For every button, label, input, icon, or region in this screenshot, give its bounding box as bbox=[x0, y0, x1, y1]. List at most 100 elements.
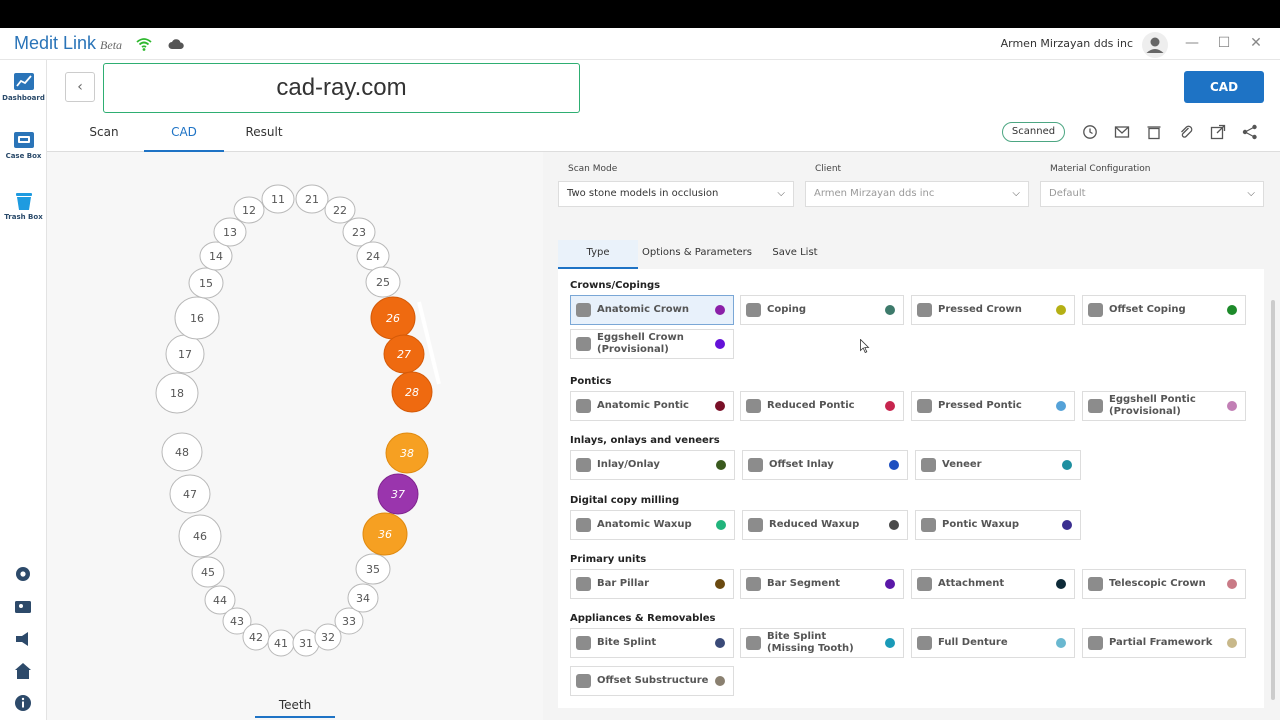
tooth-37[interactable]: 37 bbox=[377, 473, 419, 515]
prosthesis-label: Pressed Crown bbox=[938, 304, 1022, 315]
prosthesis-type-veneer[interactable]: Veneer bbox=[915, 450, 1081, 480]
tooth-34[interactable]: 34 bbox=[347, 583, 379, 613]
sidebar-item-dashboard[interactable]: Dashboard bbox=[0, 72, 47, 102]
tab-result[interactable]: Result bbox=[224, 124, 304, 152]
prosthesis-type-offset-coping[interactable]: Offset Coping bbox=[1082, 295, 1246, 325]
tooth-22[interactable]: 22 bbox=[324, 196, 356, 224]
status-badge[interactable]: Scanned bbox=[1002, 122, 1065, 142]
section-title: Digital copy milling bbox=[570, 495, 680, 506]
tooth-41[interactable]: 41 bbox=[267, 629, 295, 657]
user-avatar[interactable] bbox=[1142, 32, 1168, 58]
tooth-number: 33 bbox=[342, 615, 356, 628]
tab-scan[interactable]: Scan bbox=[65, 124, 143, 152]
tooth-15[interactable]: 15 bbox=[188, 267, 224, 299]
minimize-button[interactable]: — bbox=[1183, 34, 1201, 52]
prosthesis-type-anatomic-pontic[interactable]: Anatomic Pontic bbox=[570, 391, 734, 421]
prosthesis-thumbnail-icon bbox=[1088, 577, 1103, 591]
tooth-35[interactable]: 35 bbox=[355, 553, 391, 585]
prosthesis-thumbnail-icon bbox=[917, 577, 932, 591]
prosthesis-label: Anatomic Waxup bbox=[597, 519, 692, 530]
cloud-icon[interactable] bbox=[168, 36, 184, 52]
tooth-24[interactable]: 24 bbox=[356, 241, 390, 271]
tooth-47[interactable]: 47 bbox=[169, 474, 211, 514]
prosthesis-type-partial-framework[interactable]: Partial Framework bbox=[1082, 628, 1246, 658]
tab-cad[interactable]: CAD bbox=[144, 124, 224, 152]
teeth-tab[interactable]: Teeth bbox=[255, 698, 335, 718]
maximize-button[interactable]: ☐ bbox=[1215, 34, 1233, 52]
tooth-18[interactable]: 18 bbox=[155, 372, 199, 414]
prosthesis-type-eggshell-crown-provisional[interactable]: Eggshell Crown (Provisional) bbox=[570, 329, 734, 359]
tooth-21[interactable]: 21 bbox=[295, 184, 329, 214]
prosthesis-type-bar-pillar[interactable]: Bar Pillar bbox=[570, 569, 734, 599]
sidebar-item-case-box[interactable]: Case Box bbox=[0, 130, 47, 160]
tooth-28[interactable]: 28 bbox=[391, 371, 433, 413]
tooth-45[interactable]: 45 bbox=[191, 556, 225, 588]
tooth-13[interactable]: 13 bbox=[213, 217, 247, 247]
prosthesis-type-anatomic-crown[interactable]: Anatomic Crown bbox=[570, 295, 734, 325]
tooth-26[interactable]: 26 bbox=[370, 296, 416, 340]
prosthesis-type-eggshell-pontic-provisional[interactable]: Eggshell Pontic (Provisional) bbox=[1082, 391, 1246, 421]
prosthesis-type-offset-inlay[interactable]: Offset Inlay bbox=[742, 450, 908, 480]
tab-options-parameters[interactable]: Options & Parameters bbox=[638, 240, 756, 269]
announcement-icon[interactable] bbox=[14, 630, 32, 648]
prosthesis-label: Bite Splint (Missing Tooth) bbox=[767, 631, 854, 654]
mail-icon[interactable] bbox=[1114, 124, 1130, 140]
prosthesis-type-pontic-waxup[interactable]: Pontic Waxup bbox=[915, 510, 1081, 540]
sidebar-item-trash-box[interactable]: Trash Box bbox=[0, 191, 47, 221]
app-name: Medit Link bbox=[14, 33, 97, 53]
prosthesis-type-bar-segment[interactable]: Bar Segment bbox=[740, 569, 904, 599]
prosthesis-type-bite-splint[interactable]: Bite Splint bbox=[570, 628, 734, 658]
tooth-36[interactable]: 36 bbox=[362, 512, 408, 556]
scan-mode-select[interactable]: Two stone models in occlusion ⌵ bbox=[558, 181, 794, 207]
screen-top-bar bbox=[0, 0, 1280, 28]
tooth-27[interactable]: 27 bbox=[383, 334, 425, 374]
tooth-42[interactable]: 42 bbox=[242, 623, 270, 651]
client-select[interactable]: Armen Mirzayan dds inc ⌵ bbox=[805, 181, 1029, 207]
tooth-12[interactable]: 12 bbox=[233, 196, 265, 224]
prosthesis-thumbnail-icon bbox=[576, 636, 591, 650]
info-icon[interactable] bbox=[14, 694, 32, 712]
material-config-select[interactable]: Default ⌵ bbox=[1040, 181, 1264, 207]
prosthesis-thumbnail-icon bbox=[917, 303, 932, 317]
prosthesis-label: Bar Pillar bbox=[597, 578, 650, 589]
user-name[interactable]: Armen Mirzayan dds inc bbox=[1001, 37, 1133, 50]
prosthesis-thumbnail-icon bbox=[917, 636, 932, 650]
home-icon[interactable] bbox=[14, 662, 32, 680]
tooth-number: 13 bbox=[223, 226, 237, 239]
back-button[interactable]: ‹ bbox=[65, 72, 95, 102]
tab-type[interactable]: Type bbox=[558, 240, 638, 269]
prosthesis-type-reduced-waxup[interactable]: Reduced Waxup bbox=[742, 510, 908, 540]
scrollbar[interactable] bbox=[1271, 300, 1275, 700]
tooth-25[interactable]: 25 bbox=[365, 266, 401, 298]
prosthesis-type-full-denture[interactable]: Full Denture bbox=[911, 628, 1075, 658]
tooth-16[interactable]: 16 bbox=[174, 296, 220, 340]
case-name[interactable]: cad-ray.com bbox=[103, 63, 580, 113]
prosthesis-type-reduced-pontic[interactable]: Reduced Pontic bbox=[740, 391, 904, 421]
tooth-number: 36 bbox=[378, 528, 392, 541]
attachment-icon[interactable] bbox=[1178, 124, 1194, 140]
close-button[interactable]: ✕ bbox=[1247, 34, 1265, 52]
tooth-46[interactable]: 46 bbox=[178, 514, 222, 558]
prosthesis-type-coping[interactable]: Coping bbox=[740, 295, 904, 325]
prosthesis-type-offset-substructure[interactable]: Offset Substructure bbox=[570, 666, 734, 696]
prosthesis-type-anatomic-waxup[interactable]: Anatomic Waxup bbox=[570, 510, 735, 540]
prosthesis-type-pressed-crown[interactable]: Pressed Crown bbox=[911, 295, 1075, 325]
prosthesis-type-telescopic-crown[interactable]: Telescopic Crown bbox=[1082, 569, 1246, 599]
share-icon[interactable] bbox=[1242, 124, 1258, 140]
tooth-17[interactable]: 17 bbox=[165, 334, 205, 374]
tab-save-list[interactable]: Save List bbox=[762, 240, 828, 269]
prosthesis-type-inlay-onlay[interactable]: Inlay/Onlay bbox=[570, 450, 735, 480]
export-icon[interactable] bbox=[1210, 124, 1226, 140]
prosthesis-type-pressed-pontic[interactable]: Pressed Pontic bbox=[911, 391, 1075, 421]
history-icon[interactable] bbox=[1082, 124, 1098, 140]
delete-icon[interactable] bbox=[1146, 124, 1162, 140]
settings-gear-icon[interactable] bbox=[14, 565, 32, 583]
tooth-11[interactable]: 11 bbox=[261, 184, 295, 214]
prosthesis-label: Eggshell Pontic (Provisional) bbox=[1109, 394, 1196, 417]
prosthesis-type-attachment[interactable]: Attachment bbox=[911, 569, 1075, 599]
prosthesis-type-bite-splint-missing-tooth[interactable]: Bite Splint (Missing Tooth) bbox=[740, 628, 904, 658]
tooth-48[interactable]: 48 bbox=[161, 432, 203, 472]
contacts-icon[interactable] bbox=[14, 598, 32, 616]
tooth-38[interactable]: 38 bbox=[385, 432, 429, 474]
cad-button[interactable]: CAD bbox=[1184, 71, 1264, 103]
